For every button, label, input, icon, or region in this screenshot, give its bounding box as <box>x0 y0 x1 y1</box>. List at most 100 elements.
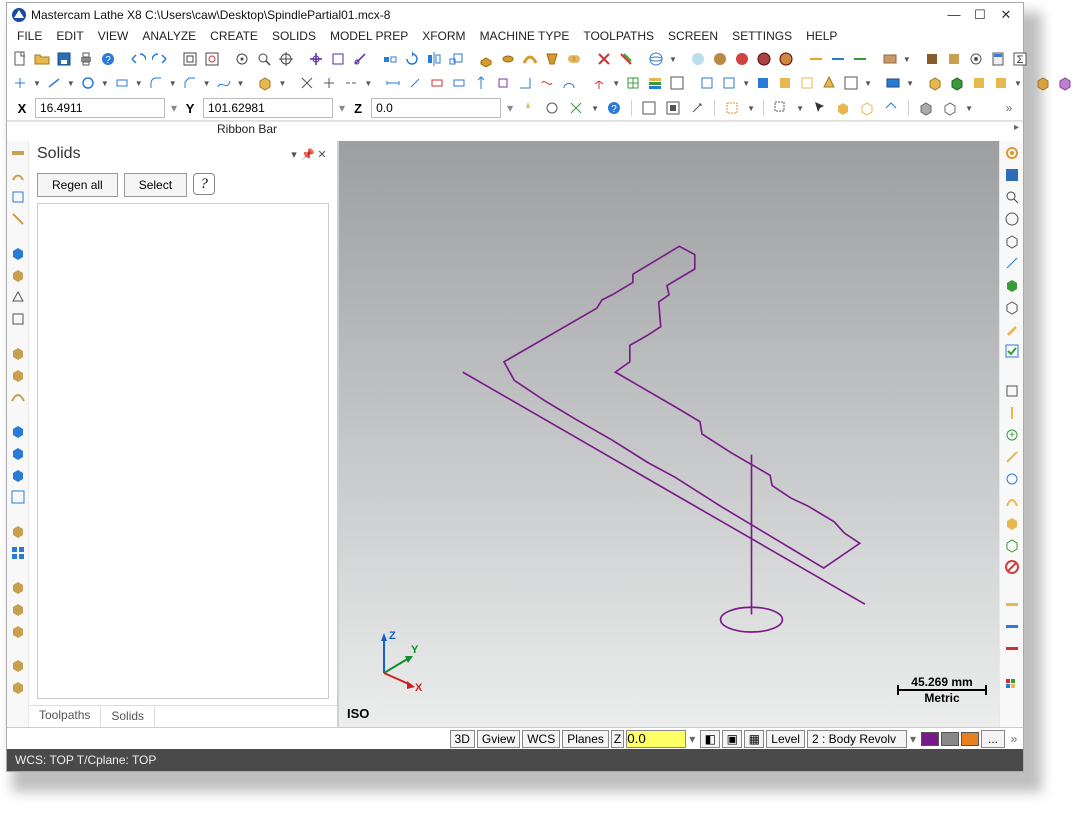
y-input[interactable] <box>203 98 333 118</box>
tp-3-icon[interactable] <box>948 74 966 92</box>
bot-icon-1[interactable]: ◧ <box>700 730 720 748</box>
r10-icon[interactable] <box>1004 621 1020 637</box>
fastpoint-icon[interactable] <box>519 99 537 117</box>
sel-all-icon[interactable] <box>640 99 658 117</box>
mask-icon[interactable] <box>723 99 741 117</box>
undo-icon[interactable] <box>129 50 147 68</box>
maximize-button[interactable]: ☐ <box>967 7 993 23</box>
r7-icon[interactable] <box>1004 515 1020 531</box>
left-f-icon[interactable] <box>10 267 26 283</box>
redo-icon[interactable] <box>151 50 169 68</box>
backplot-icon[interactable] <box>1056 74 1074 92</box>
swatch-purple[interactable] <box>921 732 939 746</box>
solid-sweep-icon[interactable] <box>521 50 539 68</box>
trim-1-icon[interactable] <box>298 74 316 92</box>
op-1-icon[interactable] <box>698 74 716 92</box>
op-5-icon[interactable] <box>798 74 816 92</box>
dim-9-icon[interactable] <box>560 74 578 92</box>
zoom-target-icon[interactable] <box>277 50 295 68</box>
panel-pin-icon[interactable]: 📌 <box>301 148 315 161</box>
sel-invert-icon[interactable] <box>688 99 706 117</box>
edge-sel-icon[interactable] <box>882 99 900 117</box>
planes-button[interactable]: Planes <box>562 730 609 748</box>
sel-only-icon[interactable] <box>664 99 682 117</box>
menu-file[interactable]: FILE <box>17 29 42 43</box>
solid-revolve-icon[interactable] <box>499 50 517 68</box>
lathe-turn-icon[interactable] <box>10 145 26 161</box>
spline-icon[interactable] <box>215 74 233 92</box>
arc-icon[interactable] <box>79 74 97 92</box>
shade-1-icon[interactable] <box>689 50 707 68</box>
left-s-icon[interactable] <box>10 601 26 617</box>
swatch-grey[interactable] <box>941 732 959 746</box>
left-d-icon[interactable] <box>10 211 26 227</box>
panel-help-icon[interactable]: ? <box>193 173 215 195</box>
rect-icon[interactable] <box>113 74 131 92</box>
new-file-icon[interactable] <box>11 50 29 68</box>
mirror-icon[interactable] <box>425 50 443 68</box>
tp-2-icon[interactable] <box>926 74 944 92</box>
dim-6-icon[interactable] <box>494 74 512 92</box>
mode-3d-button[interactable]: 3D <box>450 730 475 748</box>
r2-icon[interactable] <box>1004 405 1020 421</box>
undelete-icon[interactable] <box>617 50 635 68</box>
fit-icon[interactable] <box>181 50 199 68</box>
rotate-icon[interactable] <box>403 50 421 68</box>
left-i-icon[interactable] <box>10 345 26 361</box>
menu-create[interactable]: CREATE <box>210 29 258 43</box>
close-button[interactable]: ✕ <box>993 7 1019 23</box>
op-4-icon[interactable] <box>776 74 794 92</box>
settings-icon[interactable] <box>967 50 985 68</box>
menu-machinetype[interactable]: MACHINE TYPE <box>480 29 570 43</box>
shade-5-icon[interactable] <box>777 50 795 68</box>
left-o-icon[interactable] <box>10 489 26 505</box>
cube2-right-icon[interactable] <box>1004 277 1020 293</box>
z-depth-input[interactable] <box>626 730 686 748</box>
sphere-right-icon[interactable] <box>1004 211 1020 227</box>
r4-icon[interactable] <box>1004 449 1020 465</box>
solid-loft-icon[interactable] <box>543 50 561 68</box>
menu-analyze[interactable]: ANALYZE <box>142 29 196 43</box>
wcs-button[interactable]: WCS <box>522 730 560 748</box>
zoom-right-icon[interactable] <box>1004 189 1020 205</box>
r11-icon[interactable] <box>1004 643 1020 659</box>
r12-icon[interactable] <box>1004 677 1020 693</box>
dim-4-icon[interactable] <box>450 74 468 92</box>
window-sel-icon[interactable] <box>772 99 790 117</box>
level-value[interactable]: 2 : Body Revolv <box>807 730 907 748</box>
menu-screen[interactable]: SCREEN <box>668 29 718 43</box>
left-t-icon[interactable] <box>10 623 26 639</box>
shade-2-icon[interactable] <box>711 50 729 68</box>
attr-1-icon[interactable] <box>807 50 825 68</box>
print-icon[interactable] <box>77 50 95 68</box>
scale-icon[interactable] <box>447 50 465 68</box>
menu-xform[interactable]: XFORM <box>422 29 465 43</box>
dim-8-icon[interactable] <box>538 74 556 92</box>
toolbar-overflow-icon[interactable]: » <box>1003 101 1015 115</box>
left-g-icon[interactable] <box>10 289 26 305</box>
ribbon-chevron-icon[interactable]: ▸ <box>1014 122 1019 133</box>
bot-icon-2[interactable]: ▣ <box>722 730 742 748</box>
op-6-icon[interactable] <box>820 74 838 92</box>
left-j-icon[interactable] <box>10 367 26 383</box>
swatch-orange[interactable] <box>961 732 979 746</box>
left-p-icon[interactable] <box>10 523 26 539</box>
left-m-icon[interactable] <box>10 445 26 461</box>
dim-1-icon[interactable] <box>384 74 402 92</box>
menu-view[interactable]: VIEW <box>98 29 129 43</box>
break-icon[interactable] <box>342 74 360 92</box>
op-2-icon[interactable] <box>720 74 738 92</box>
line-right-icon[interactable] <box>1004 255 1020 271</box>
solid-bool-icon[interactable] <box>565 50 583 68</box>
left-r-icon[interactable] <box>10 579 26 595</box>
left-v-icon[interactable] <box>10 679 26 695</box>
select-button[interactable]: Select <box>124 173 187 197</box>
delete-icon[interactable] <box>595 50 613 68</box>
menu-edit[interactable]: EDIT <box>56 29 83 43</box>
analyze-point-icon[interactable] <box>233 50 251 68</box>
help-snap-icon[interactable]: ? <box>605 99 623 117</box>
panel-dropdown-icon[interactable]: ▾ <box>287 148 301 161</box>
xform-b-icon[interactable] <box>329 50 347 68</box>
cube-right-icon[interactable] <box>1004 233 1020 249</box>
stop-icon[interactable] <box>1004 559 1020 575</box>
